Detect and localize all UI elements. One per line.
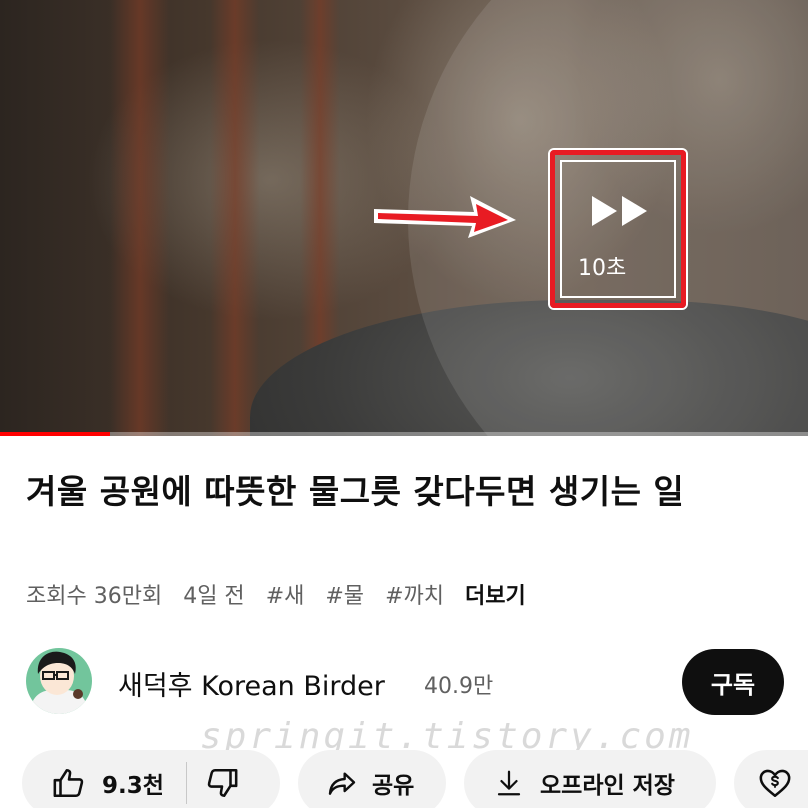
channel-name[interactable]: 새덕후 Korean Birder (118, 664, 385, 703)
hashtag-link[interactable]: #새 (266, 584, 305, 609)
annotation-arrow-icon (374, 196, 516, 238)
skip-seconds-label: 10초 (578, 256, 627, 281)
video-frame-pole (210, 0, 260, 436)
download-button[interactable]: 오프라인 저장 (464, 750, 716, 808)
view-count: 조회수 36만회 (26, 584, 163, 609)
thumbs-up-icon[interactable] (52, 766, 86, 800)
more-button[interactable]: 더보기 (465, 584, 526, 609)
video-meta[interactable]: 조회수 36만회 4일 전 #새 #물 #까치 더보기 (26, 578, 526, 610)
channel-avatar-icon (26, 648, 92, 714)
hashtag-link[interactable]: #까치 (385, 584, 444, 609)
thumbs-down-icon[interactable] (205, 766, 239, 800)
upload-age: 4일 전 (183, 584, 245, 609)
video-player[interactable]: 10초 (0, 0, 808, 436)
download-label: 오프라인 저장 (540, 773, 675, 799)
hashtag-link[interactable]: #물 (325, 584, 364, 609)
video-title[interactable]: 겨울 공원에 따뜻한 물그릇 갖다두면 생기는 일 (26, 466, 786, 518)
like-count[interactable]: 9.3천 (102, 766, 164, 800)
annotation-highlight-box (550, 150, 686, 308)
subscribe-button[interactable]: 구독 (682, 649, 784, 715)
chip-divider (185, 762, 187, 804)
video-frame-pole (110, 0, 170, 436)
fast-forward-icon[interactable] (592, 196, 650, 226)
download-icon (497, 770, 521, 796)
channel-avatar[interactable] (26, 648, 92, 714)
progress-bar[interactable] (0, 432, 808, 436)
heart-dollar-icon (759, 769, 791, 798)
share-button[interactable]: 공유 (298, 750, 446, 808)
thanks-button[interactable] (734, 750, 808, 808)
share-label: 공유 (372, 773, 415, 799)
like-dislike-group: 9.3천 (22, 750, 280, 808)
share-arrow-icon (328, 772, 356, 795)
progress-bar-fill (0, 432, 110, 436)
subscriber-count: 40.9만 (424, 674, 494, 699)
youtube-watch-page: 10초 겨울 공원에 따뜻한 물그릇 갖다두면 생기는 일 조회수 36만회 4… (0, 0, 808, 808)
